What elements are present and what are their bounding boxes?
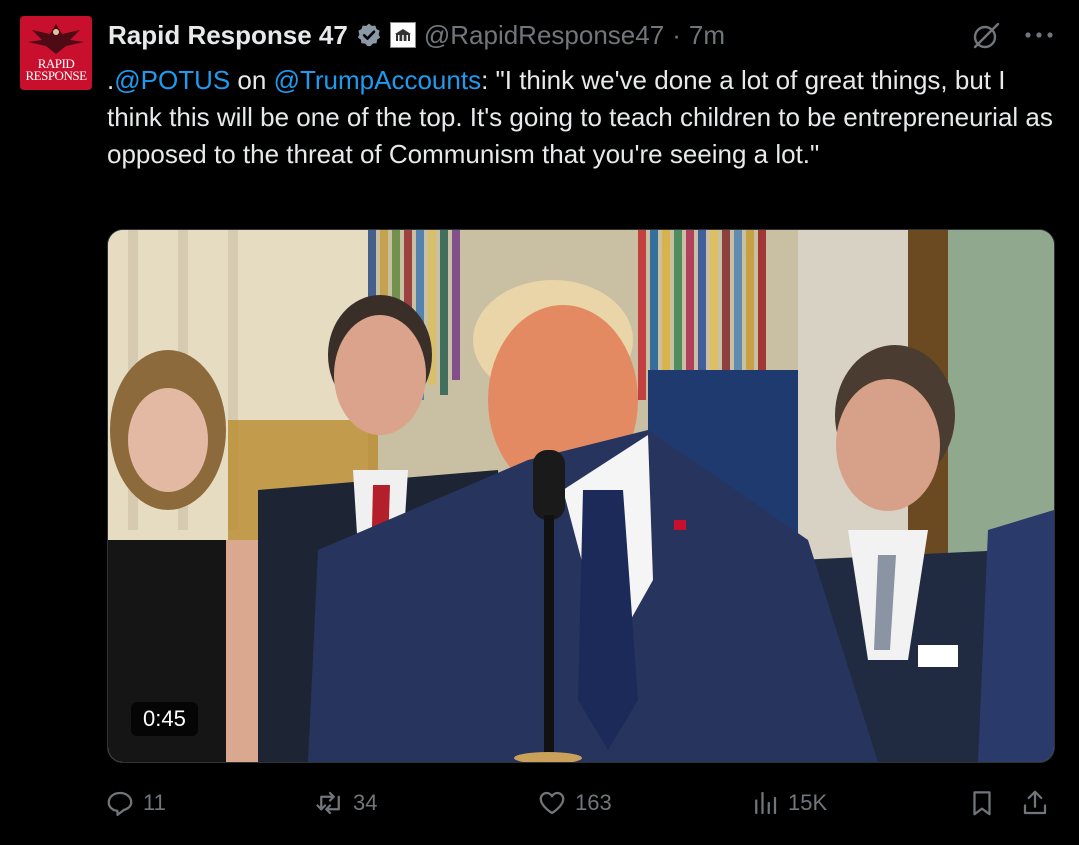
reply-icon bbox=[107, 791, 133, 816]
eagle-logo-icon bbox=[28, 24, 84, 54]
like-button[interactable]: 163 bbox=[537, 785, 612, 821]
like-count: 163 bbox=[575, 790, 612, 815]
reply-count: 11 bbox=[143, 790, 166, 815]
video-frame bbox=[108, 230, 1054, 762]
bookmark-icon bbox=[973, 791, 991, 816]
share-button[interactable] bbox=[1020, 785, 1050, 821]
author-name[interactable]: Rapid Response 47 bbox=[108, 20, 348, 51]
repost-count: 34 bbox=[353, 790, 378, 815]
action-bar: 11 34 163 15K bbox=[105, 785, 1060, 821]
avatar-logo-text: RAPID RESPONSE bbox=[25, 56, 87, 83]
heart-icon bbox=[539, 791, 565, 815]
mention-potus[interactable]: @POTUS bbox=[114, 65, 230, 95]
share-icon bbox=[1023, 790, 1047, 815]
post-timestamp[interactable]: 7m bbox=[689, 20, 725, 51]
views-count: 15K bbox=[788, 790, 828, 815]
post-header: Rapid Response 47 @RapidResponse47 · 7m bbox=[108, 18, 725, 52]
post-text: .@POTUS on @TrumpAccounts: "I think we'v… bbox=[107, 62, 1057, 173]
repost-button[interactable]: 34 bbox=[315, 785, 377, 821]
video-duration-badge: 0:45 bbox=[131, 702, 198, 736]
verified-badge-icon[interactable] bbox=[356, 22, 382, 48]
author-avatar[interactable]: RAPID RESPONSE bbox=[20, 16, 92, 90]
video-player[interactable] bbox=[107, 229, 1055, 763]
text-mid: on bbox=[230, 65, 274, 95]
separator-dot: · bbox=[672, 19, 681, 50]
white-house-affiliation-icon[interactable] bbox=[389, 22, 416, 48]
views-button[interactable]: 15K bbox=[750, 785, 827, 821]
repost-icon bbox=[316, 791, 340, 815]
bookmark-button[interactable] bbox=[967, 785, 997, 821]
reply-button[interactable]: 11 bbox=[105, 785, 166, 821]
author-handle[interactable]: @RapidResponse47 bbox=[424, 20, 664, 51]
grok-icon[interactable] bbox=[970, 20, 1002, 52]
mention-trumpaccounts[interactable]: @TrumpAccounts bbox=[274, 65, 482, 95]
views-chart-icon bbox=[755, 791, 777, 815]
more-dots-icon[interactable] bbox=[1020, 20, 1058, 50]
